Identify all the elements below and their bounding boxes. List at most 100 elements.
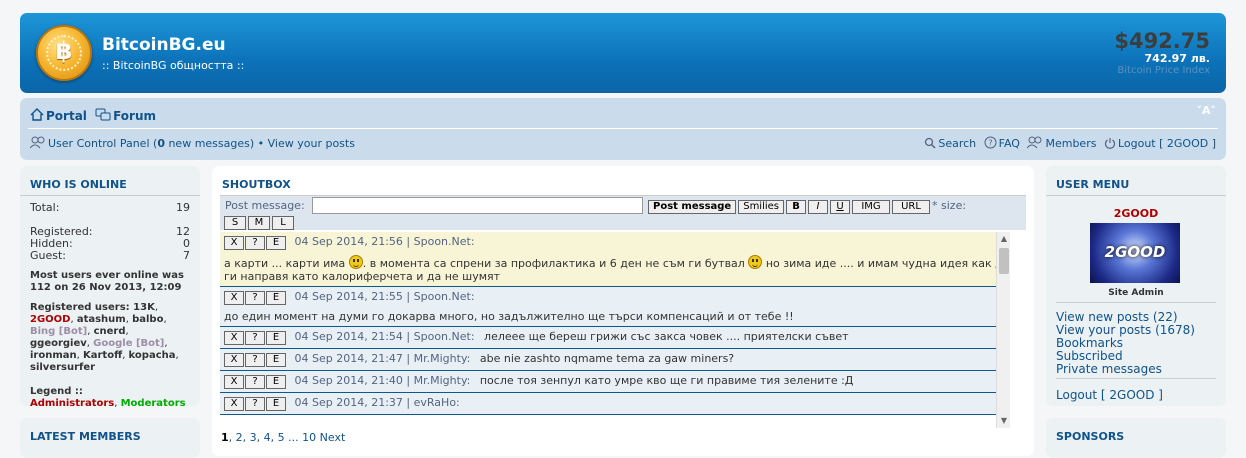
online-user-link[interactable]: 2GOOD (30, 314, 70, 325)
shout-author[interactable]: | Mr.Mighty: (406, 374, 470, 387)
font-size-toggle[interactable]: ˅A˄ (1196, 104, 1216, 117)
delete-shout-button[interactable]: X (224, 375, 244, 389)
view-your-posts-link[interactable]: View your posts (268, 137, 355, 150)
size-m-button[interactable]: M (248, 216, 270, 230)
forum-icon[interactable] (95, 108, 111, 124)
delete-shout-button[interactable]: X (224, 291, 244, 305)
shout-author-name[interactable]: Spoon.Net: (414, 290, 475, 303)
shout-author[interactable]: | Spoon.Net: (406, 330, 474, 343)
shout-author-name[interactable]: evRaHo: (414, 396, 460, 409)
search-icon[interactable] (924, 137, 936, 152)
user-cp-icon[interactable] (29, 136, 46, 152)
page-separator: , (270, 431, 278, 444)
legend-administrators[interactable]: Administrators (30, 398, 114, 409)
online-user-link[interactable]: Google [Bot] (93, 338, 164, 349)
online-user-link[interactable]: ggeorgiev (30, 338, 87, 349)
page-link[interactable]: 4 (264, 431, 271, 444)
power-icon[interactable] (1104, 137, 1116, 152)
home-icon[interactable] (30, 108, 44, 124)
shout-author[interactable]: | Mr.Mighty: (406, 352, 470, 365)
info-shout-button[interactable]: ? (245, 331, 265, 345)
legend: Legend :: Administrators, Moderators (20, 386, 200, 410)
price-index-label[interactable]: Bitcoin Price Index (1114, 65, 1210, 76)
info-shout-button[interactable]: ? (245, 236, 265, 250)
user-menu-username[interactable]: 2GOOD (1046, 207, 1226, 220)
logout-link[interactable]: Logout [ 2GOOD ] (1118, 137, 1216, 150)
nav-forum-link[interactable]: Forum (113, 109, 156, 123)
size-s-button[interactable]: S (224, 216, 246, 230)
img-button[interactable]: IMG (852, 200, 891, 214)
page-separator: ... (284, 431, 303, 444)
edit-shout-button[interactable]: E (266, 397, 286, 411)
scroll-thumb[interactable] (999, 248, 1009, 274)
user-separator: , (164, 338, 168, 349)
info-shout-button[interactable]: ? (245, 291, 265, 305)
page-link[interactable]: 5 (278, 431, 285, 444)
scroll-up-arrow-icon[interactable]: ▲ (997, 232, 1011, 246)
page-link[interactable]: Next (320, 431, 346, 444)
shout-author[interactable]: | Spoon.Net: (406, 290, 474, 303)
edit-shout-button[interactable]: E (266, 236, 286, 250)
online-user-link[interactable]: Bing [Bot] (30, 326, 87, 337)
members-link[interactable]: Members (1045, 137, 1096, 150)
online-user-link[interactable]: ironman (30, 350, 77, 361)
new-messages-label[interactable]: new messages) (165, 137, 254, 150)
registered-users-label: Registered users: (30, 302, 134, 313)
shout-author-name[interactable]: Mr.Mighty: (414, 374, 471, 387)
user-separator: , (163, 314, 167, 325)
italic-button[interactable]: I (808, 200, 829, 214)
members-icon[interactable] (1027, 136, 1043, 152)
underline-button[interactable]: U (830, 200, 851, 214)
ucp-link[interactable]: User Control Panel (48, 137, 150, 150)
info-shout-button[interactable]: ? (245, 353, 265, 367)
shout-author[interactable]: | Spoon.Net: (406, 235, 474, 248)
info-shout-button[interactable]: ? (245, 397, 265, 411)
shout-list[interactable]: X? E 04 Sep 2014, 21:56 | Spoon.Net: а ка… (220, 232, 1010, 428)
delete-shout-button[interactable]: X (224, 331, 244, 345)
shout-author-name[interactable]: Mr.Mighty: (414, 352, 471, 365)
shoutbox-scrollbar[interactable]: ▲ ▼ (996, 232, 1010, 428)
legend-moderators[interactable]: Moderators (121, 398, 186, 409)
smilies-button[interactable]: Smilies (738, 200, 785, 214)
search-link[interactable]: Search (938, 137, 976, 150)
shout-body: а карти ... карти има . в момента са спр… (224, 255, 1010, 283)
online-user-link[interactable]: Kartoff (83, 350, 122, 361)
shout-author-name[interactable]: Spoon.Net: (414, 235, 475, 248)
page-link[interactable]: 3 (250, 431, 257, 444)
scroll-down-arrow-icon[interactable]: ▼ (997, 414, 1011, 428)
faq-link[interactable]: FAQ (999, 137, 1020, 150)
post-message-button[interactable]: Post message (648, 200, 737, 214)
private-messages-link[interactable]: Private messages (1056, 363, 1195, 376)
user-separator: , (125, 326, 129, 337)
size-l-button[interactable]: L (272, 216, 294, 230)
shout-author[interactable]: | evRaHo: (406, 396, 459, 409)
edit-shout-button[interactable]: E (266, 331, 286, 345)
nav-portal-link[interactable]: Portal (46, 109, 87, 123)
online-user-link[interactable]: atashum (77, 314, 126, 325)
page-link[interactable]: 2 (236, 431, 243, 444)
site-title[interactable]: BitcoinBG.eu (102, 35, 226, 55)
online-user-link[interactable]: silversurfer (30, 362, 95, 373)
delete-shout-button[interactable]: X (224, 353, 244, 367)
new-messages-count[interactable]: 0 (157, 137, 165, 150)
delete-shout-button[interactable]: X (224, 397, 244, 411)
url-button[interactable]: URL (892, 200, 931, 214)
avatar[interactable]: 2GOOD (1090, 223, 1180, 283)
post-message-input[interactable] (312, 197, 643, 214)
page-link[interactable]: 10 (302, 431, 316, 444)
online-user-link[interactable]: cnerd (94, 326, 126, 337)
edit-shout-button[interactable]: E (266, 291, 286, 305)
edit-shout-button[interactable]: E (266, 375, 286, 389)
user-menu-logout-link[interactable]: Logout [ 2GOOD ] (1056, 388, 1163, 402)
online-user-link[interactable]: kopacha (129, 350, 176, 361)
delete-shout-button[interactable]: X (224, 236, 244, 250)
bold-button[interactable]: B (786, 200, 807, 214)
online-user-link[interactable]: balbo (132, 314, 163, 325)
edit-shout-button[interactable]: E (266, 353, 286, 367)
online-user-link[interactable]: 13K (133, 302, 155, 313)
info-shout-button[interactable]: ? (245, 375, 265, 389)
faq-icon[interactable]: ? (984, 136, 997, 152)
bitcoin-logo-icon[interactable]: ฿ (36, 25, 92, 81)
shout-date: 04 Sep 2014, 21:55 (294, 290, 403, 303)
shout-author-name[interactable]: Spoon.Net: (414, 330, 475, 343)
